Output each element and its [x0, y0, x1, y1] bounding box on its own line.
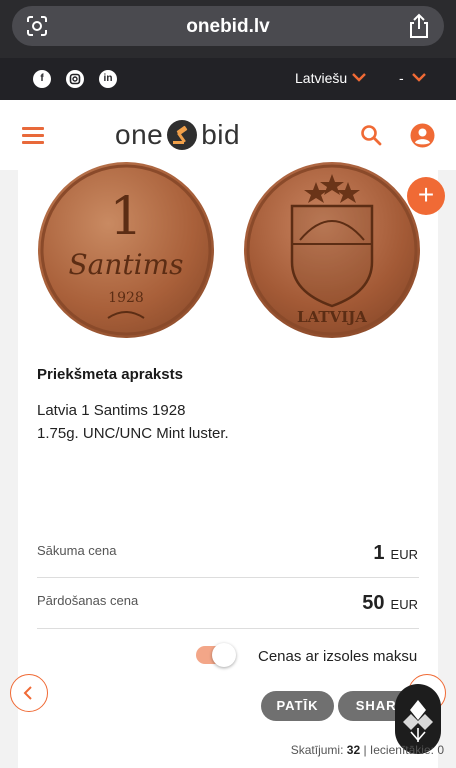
likes-value: 0 — [437, 743, 444, 757]
divider — [37, 577, 419, 578]
url-bar[interactable]: onebid.lv — [12, 6, 444, 46]
search-icon[interactable] — [360, 124, 382, 146]
previous-button[interactable] — [10, 674, 48, 712]
sale-price-amount: 50 — [362, 592, 385, 614]
sale-price-value: 50 EUR — [362, 592, 418, 615]
start-price-amount: 1 — [373, 542, 385, 564]
coin-legend: LATVIJA — [297, 308, 367, 326]
coin-word: Santims — [68, 248, 183, 281]
description-line: 1.75g. UNC/UNC Mint luster. — [37, 425, 229, 442]
site-header: one bid — [0, 100, 456, 170]
add-button[interactable]: + — [407, 177, 445, 215]
chevron-down-icon[interactable] — [352, 72, 366, 82]
like-button[interactable]: PATĪK — [261, 691, 334, 721]
site-top-strip: f in Latviešu - — [0, 58, 456, 100]
likes-label: Iecienītākie: — [369, 743, 434, 757]
chevron-down-icon[interactable] — [412, 72, 426, 82]
gavel-icon — [167, 120, 198, 150]
language-selector[interactable]: Latviešu — [295, 70, 347, 86]
views-label: Skatījumi: — [290, 743, 344, 757]
browser-bar: onebid.lv — [0, 0, 456, 58]
sale-price-label: Pārdošanas cena — [37, 593, 139, 608]
divider — [37, 628, 419, 629]
start-price-label: Sākuma cena — [37, 543, 117, 558]
facebook-icon[interactable]: f — [33, 70, 51, 88]
account-icon[interactable] — [410, 123, 435, 148]
views-value: 32 — [346, 743, 361, 757]
start-price-value: 1 EUR — [373, 542, 418, 565]
fee-toggle-label: Cenas ar izsoles maksu — [258, 648, 418, 665]
menu-icon[interactable] — [22, 127, 44, 144]
section-title: Priekšmeta apraksts — [37, 366, 183, 383]
currency-selector[interactable]: - — [399, 70, 404, 86]
fee-toggle[interactable] — [196, 643, 236, 667]
logo-text-left: one — [115, 119, 164, 150]
coin-reverse-image[interactable]: LATVIJA — [244, 162, 420, 338]
item-stats: Skatījumi: 32 | Iecienītākie: 0 — [290, 743, 444, 757]
start-price-currency: EUR — [390, 547, 418, 562]
instagram-icon[interactable] — [66, 70, 84, 88]
coin-obverse-image[interactable]: 1 Santims 1928 — [38, 162, 214, 338]
chevron-left-icon — [23, 686, 32, 700]
logo-text-right: bid — [201, 119, 241, 150]
coin-denomination: 1 — [109, 187, 142, 247]
toggle-knob — [212, 643, 236, 667]
linkedin-icon[interactable]: in — [99, 70, 117, 88]
onebid-logo[interactable]: one bid — [115, 117, 240, 153]
sale-price-currency: EUR — [390, 597, 418, 612]
url-text[interactable]: onebid.lv — [12, 16, 444, 38]
description-line: Latvia 1 Santims 1928 — [37, 402, 186, 419]
share-icon[interactable] — [408, 13, 430, 39]
coin-year: 1928 — [108, 290, 144, 306]
